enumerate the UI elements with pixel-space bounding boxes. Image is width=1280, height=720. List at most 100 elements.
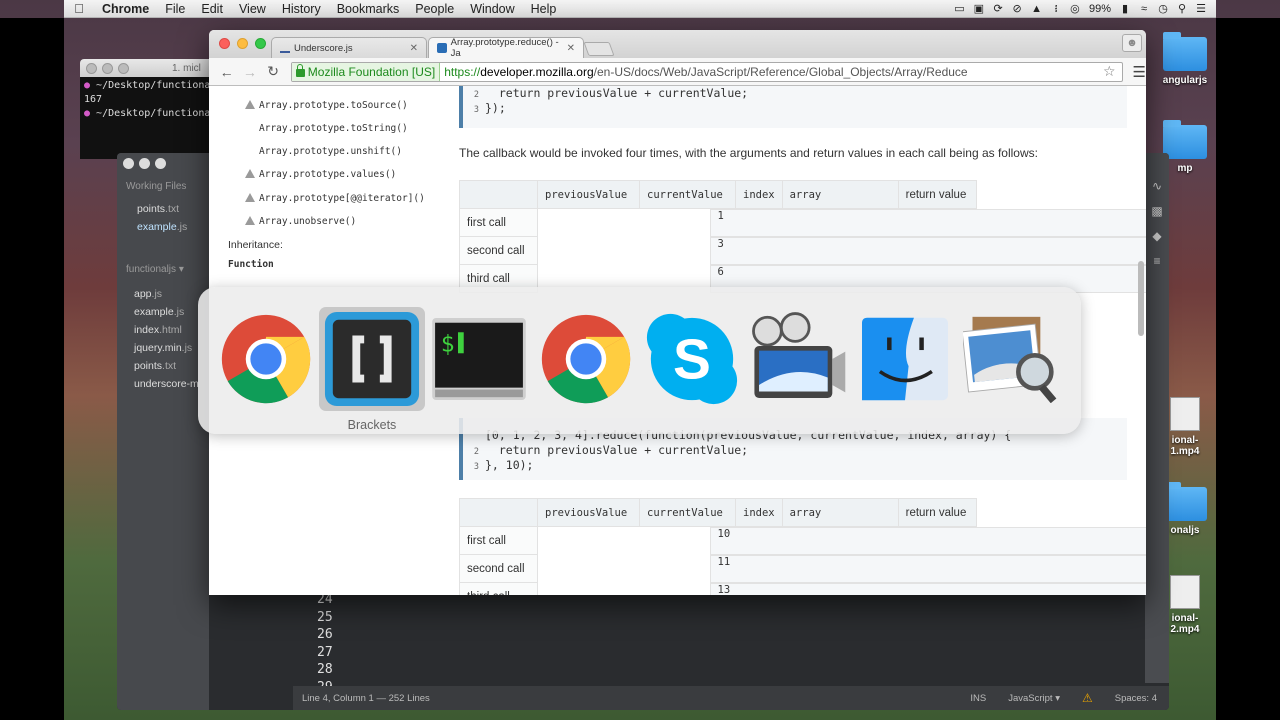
menu-history[interactable]: History (274, 2, 329, 16)
switcher-app-skype[interactable]: S (639, 307, 745, 411)
menu-edit[interactable]: Edit (193, 2, 231, 16)
switcher-selected-label: Brackets (347, 418, 397, 432)
column-header (459, 180, 538, 209)
menu-help[interactable]: Help (523, 2, 565, 16)
working-file-points[interactable]: points.txt (117, 200, 209, 218)
apple-menu-icon[interactable]:  (64, 1, 94, 16)
table-row: first call1000[0, 1, 2, 3, 4]10 (459, 526, 1146, 555)
minimize-icon[interactable] (139, 157, 150, 169)
switcher-app-terminal[interactable]: $ (426, 307, 532, 411)
record-icon[interactable]: ▣ (974, 2, 984, 15)
page-scrollbar[interactable] (1138, 261, 1144, 336)
layers-icon[interactable]: ≡ (1145, 248, 1169, 273)
address-bar[interactable]: Mozilla Foundation [US] https://develope… (290, 61, 1123, 82)
sidebar-link[interactable]: Array.prototype.values() (259, 169, 396, 180)
code-example-1: 2 return previousValue + currentValue; 3… (459, 86, 1127, 128)
profile-icon[interactable]: ☻ (1122, 34, 1142, 52)
warning-icon[interactable]: ⚠ (1082, 691, 1093, 705)
cursor-position: Line 4, Column 1 — 252 Lines (302, 692, 430, 704)
forward-button[interactable]: → (238, 64, 261, 80)
terminal-title: 1. micl (172, 62, 201, 74)
switcher-app-chrome-2[interactable] (533, 307, 639, 411)
close-icon[interactable] (219, 38, 230, 49)
battery-text[interactable]: 99% (1089, 3, 1111, 15)
switcher-app-chrome[interactable] (213, 307, 319, 411)
project-dropdown[interactable]: functionaljs ▾ (117, 236, 209, 277)
table-cell: 10 (709, 527, 1146, 555)
photo-booth-app-icon (752, 312, 846, 398)
git-icon[interactable]: ◆ (1145, 223, 1169, 248)
tab-array-reduce[interactable]: Array.prototype.reduce() - Ja ✕ (428, 37, 584, 59)
chrome-menu-icon[interactable]: ☰ (1133, 63, 1146, 81)
zoom-icon[interactable] (155, 157, 166, 169)
project-file-index[interactable]: index.html (117, 321, 209, 339)
warning-icon (245, 216, 255, 225)
url-text[interactable]: https://developer.mozilla.org/en-US/docs… (440, 65, 967, 79)
table-cell: first call (459, 208, 538, 237)
column-header: index (735, 180, 783, 209)
switcher-app-preview[interactable] (958, 307, 1064, 411)
column-header: currentValue (639, 180, 736, 209)
project-file-app[interactable]: app.js (117, 285, 209, 303)
menu-people[interactable]: People (407, 2, 462, 16)
menu-file[interactable]: File (157, 2, 193, 16)
switcher-app-photo-booth[interactable] (745, 307, 851, 411)
table-cell: first call (459, 526, 538, 555)
tab-underscore[interactable]: Underscore.js ✕ (271, 37, 427, 58)
search-icon[interactable]: ⚲ (1177, 2, 1187, 15)
sync-icon[interactable]: ⟳ (993, 2, 1003, 15)
no-entry-icon[interactable]: ⊘ (1012, 2, 1022, 15)
switcher-app-finder[interactable] (852, 307, 958, 411)
column-header: currentValue (639, 498, 736, 527)
close-icon[interactable] (86, 62, 97, 74)
eye-icon[interactable]: ◎ (1070, 2, 1080, 15)
sidebar-link[interactable]: Array.prototype.toString() (259, 123, 408, 134)
ev-certificate-badge[interactable]: Mozilla Foundation [US] (291, 62, 441, 81)
minimize-icon[interactable] (102, 62, 113, 74)
table-row: second call1011[0, 1, 2, 3, 4]11 (459, 554, 1146, 583)
back-button[interactable]: ← (215, 64, 238, 80)
project-file-example[interactable]: example.js (117, 303, 209, 321)
extension-manager-icon[interactable]: ▩ (1145, 198, 1169, 223)
insert-mode[interactable]: INS (970, 693, 986, 704)
sidebar-link[interactable]: Array.prototype.toSource() (259, 100, 408, 111)
tab-close-icon[interactable]: ✕ (567, 43, 575, 54)
wifi-icon[interactable]: ≈ (1139, 3, 1149, 15)
zoom-icon[interactable] (255, 38, 266, 49)
bookmark-star-icon[interactable]: ☆ (1103, 63, 1116, 80)
menu-app-name[interactable]: Chrome (94, 2, 157, 16)
table-header-row: previousValue currentValue index array retur… (459, 498, 977, 527)
time-machine-icon[interactable]: ◷ (1158, 2, 1168, 15)
minimize-icon[interactable] (237, 38, 248, 49)
live-preview-icon[interactable]: ∿ (1145, 173, 1169, 198)
menu-window[interactable]: Window (462, 2, 522, 16)
bluetooth-icon[interactable]: ᎒ (1051, 1, 1061, 16)
project-file-underscore[interactable]: underscore-m (117, 375, 209, 393)
chevron-down-icon: ▾ (178, 264, 184, 275)
working-file-example[interactable]: example.js (117, 218, 209, 236)
project-file-points[interactable]: points.txt (117, 357, 209, 375)
reload-button[interactable]: ↻ (262, 63, 285, 80)
desktop-folder-angularjs[interactable]: angularjs (1140, 32, 1230, 86)
battery-icon[interactable]: ▮ (1120, 2, 1130, 15)
tab-close-icon[interactable]: ✕ (410, 43, 418, 54)
menu-bookmarks[interactable]: Bookmarks (329, 2, 408, 16)
sidebar-link[interactable]: Array.prototype.unshift() (259, 146, 402, 157)
zoom-icon[interactable] (118, 62, 129, 74)
language-select[interactable]: JavaScript ▾ (1008, 693, 1060, 704)
switcher-app-brackets[interactable] (319, 307, 425, 411)
menu-view[interactable]: View (231, 2, 274, 16)
chrome-window-controls (219, 38, 266, 49)
close-icon[interactable] (123, 157, 134, 169)
inheritance-link[interactable]: Function (228, 259, 274, 270)
sidebar-link[interactable]: Array.prototype[@@iterator]() (259, 193, 425, 204)
indent-setting[interactable]: Spaces: 4 (1115, 693, 1157, 704)
screen-icon[interactable]: ▭ (954, 2, 964, 15)
sidebar-link[interactable]: Array.unobserve() (259, 216, 356, 227)
notification-center-icon[interactable]: ☰ (1196, 2, 1206, 15)
column-header: array (781, 498, 899, 527)
notification-icon[interactable]: ▲ (1031, 3, 1042, 15)
table-row: third call1122[0, 1, 2, 3, 4]13 (459, 582, 1146, 595)
project-file-jquery[interactable]: jquery.min.js (117, 339, 209, 357)
new-tab-button[interactable] (583, 42, 615, 56)
